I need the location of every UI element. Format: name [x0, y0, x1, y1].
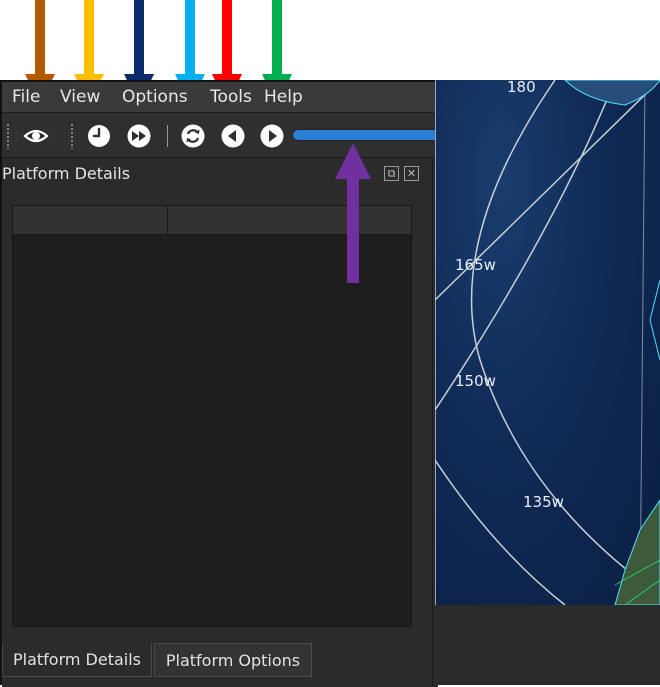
dock-close-button[interactable]: ✕ [404, 166, 419, 181]
toolbar-grip-2[interactable] [70, 123, 74, 149]
menu-options[interactable]: Options [122, 87, 188, 107]
step-back-icon [221, 124, 245, 148]
play-icon [260, 124, 284, 148]
time-button[interactable] [86, 123, 112, 149]
dock-float-button[interactable]: ⧉ [384, 166, 399, 181]
loop-button[interactable] [180, 123, 206, 149]
menu-tools[interactable]: Tools [210, 87, 252, 107]
map-label-135w: 135w [523, 493, 564, 511]
toolbar-separator [167, 125, 168, 147]
step-back-button[interactable] [220, 123, 246, 149]
eye-icon [23, 129, 49, 143]
menu-view[interactable]: View [60, 87, 100, 107]
toolbar-grip[interactable] [6, 123, 10, 149]
tab-platform-details[interactable]: Platform Details [2, 643, 152, 677]
visibility-button[interactable] [23, 123, 49, 149]
callout-arrow-purple [335, 143, 371, 283]
fast-forward-button[interactable] [126, 123, 152, 149]
map-view[interactable]: 180 165w 150w 135w [435, 80, 660, 605]
loop-icon [181, 124, 205, 148]
map-label-150w: 150w [455, 372, 496, 390]
tab-platform-options[interactable]: Platform Options [154, 643, 312, 677]
menu-file[interactable]: File [12, 87, 40, 107]
map-graticule [435, 80, 660, 605]
header-divider[interactable] [167, 206, 168, 234]
play-button[interactable] [259, 123, 285, 149]
dock-title: Platform Details [2, 164, 131, 183]
fast-forward-icon [127, 124, 151, 148]
dock-tabs: Platform Details Platform Options [2, 643, 432, 683]
map-label-180: 180 [507, 80, 536, 96]
menu-help[interactable]: Help [264, 87, 303, 107]
clock-icon [88, 125, 110, 147]
map-label-165w: 165w [455, 256, 496, 274]
